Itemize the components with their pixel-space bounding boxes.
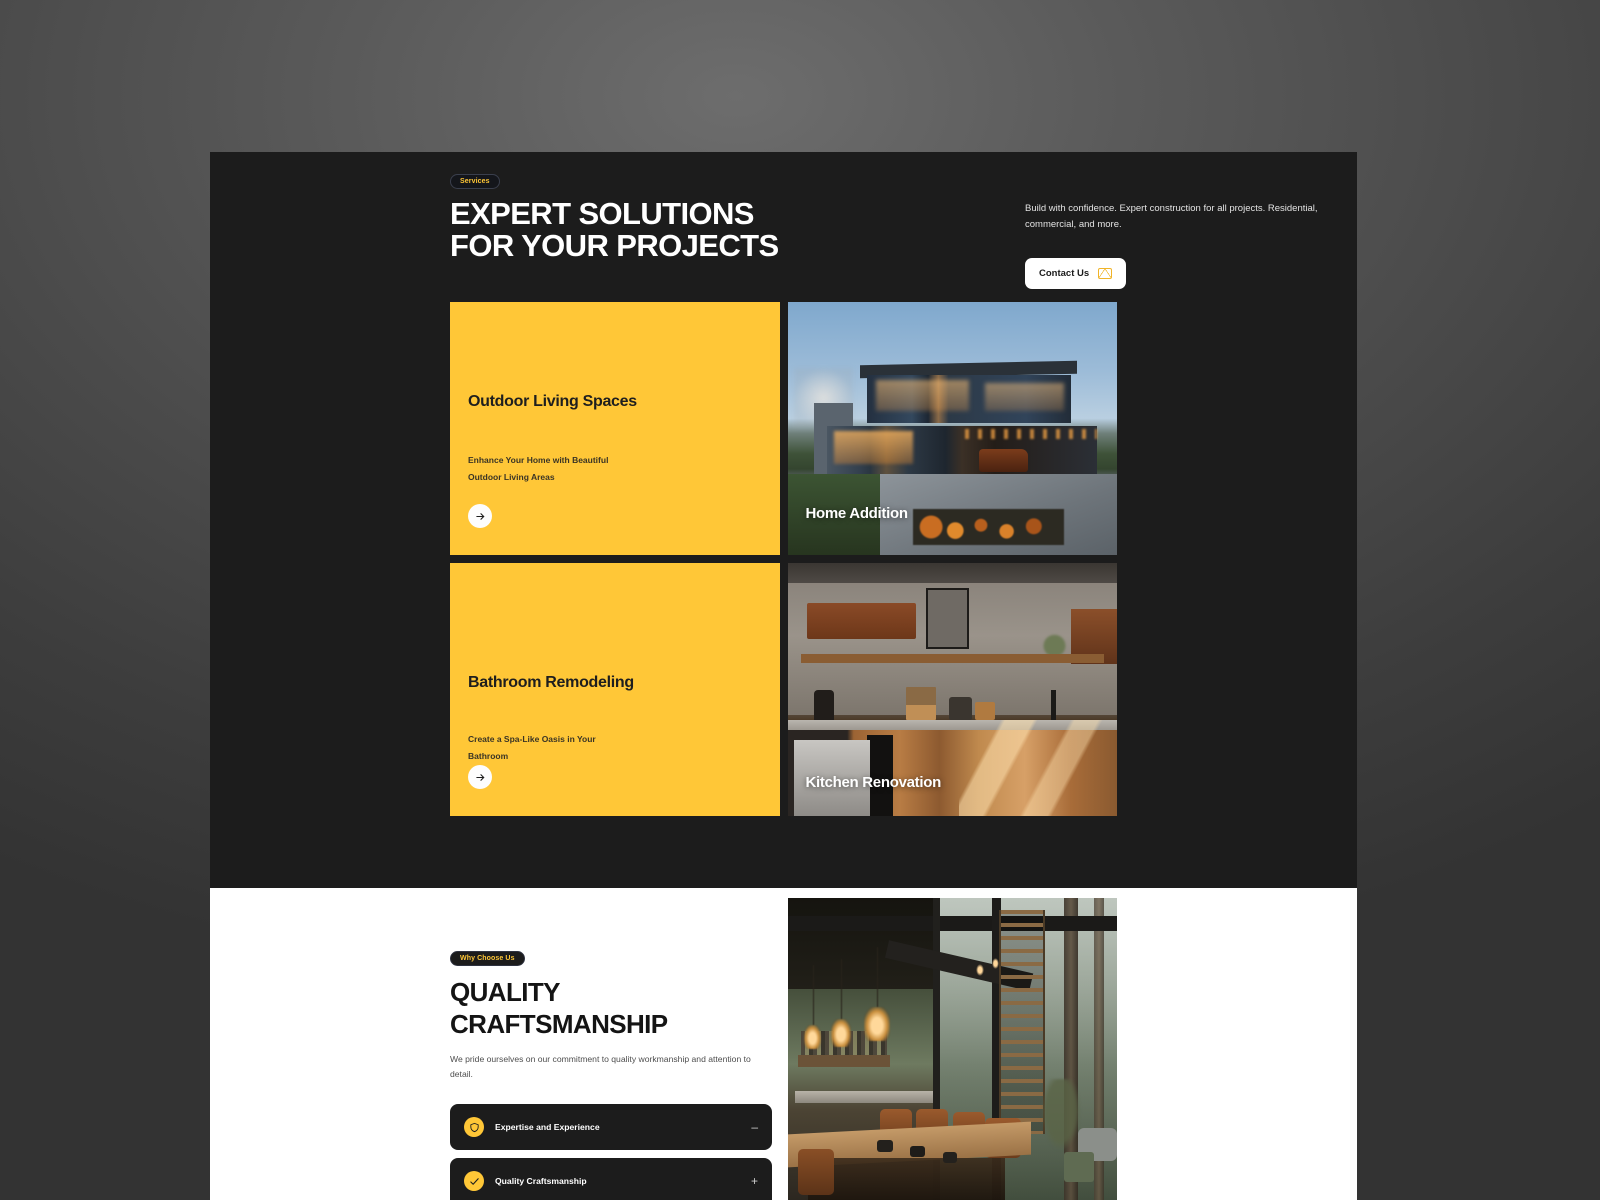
services-card-grid: Outdoor Living Spaces Enhance Your Home … bbox=[450, 302, 1117, 816]
accordion-title: Quality Craftsmanship bbox=[495, 1176, 587, 1186]
plus-icon[interactable]: + bbox=[751, 1175, 758, 1187]
shield-icon bbox=[464, 1117, 484, 1137]
service-card-description: Create a Spa-Like Oasis in Your Bathroom bbox=[468, 734, 596, 761]
arrow-right-icon[interactable] bbox=[468, 765, 492, 789]
accordion-item-craftsmanship[interactable]: Quality Craftsmanship + We are committed… bbox=[450, 1158, 772, 1200]
service-card-title: Outdoor Living Spaces bbox=[468, 393, 637, 410]
service-card-home-addition[interactable]: Home Addition bbox=[787, 302, 1117, 555]
why-choose-section: Why Choose Us QUALITY CRAFTSMANSHIP We p… bbox=[210, 888, 1357, 1200]
contact-us-label: Contact Us bbox=[1039, 268, 1090, 279]
arrow-right-icon[interactable] bbox=[468, 504, 492, 528]
contact-us-button[interactable]: Contact Us bbox=[1025, 258, 1127, 289]
services-header: Services EXPERT SOLUTIONS FOR YOUR PROJE… bbox=[450, 170, 1318, 289]
service-card-title: Bathroom Remodeling bbox=[468, 674, 634, 691]
services-section: Services EXPERT SOLUTIONS FOR YOUR PROJE… bbox=[210, 152, 1357, 888]
why-choose-title-line2: CRAFTSMANSHIP bbox=[450, 1009, 668, 1039]
service-card-bathroom-remodeling[interactable]: Bathroom Remodeling Create a Spa-Like Oa… bbox=[450, 563, 780, 816]
services-badge: Services bbox=[450, 174, 500, 189]
why-choose-description: We pride ourselves on our commitment to … bbox=[450, 1054, 751, 1079]
why-choose-image bbox=[788, 898, 1117, 1200]
page-title: EXPERT SOLUTIONS FOR YOUR PROJECTS bbox=[450, 198, 1117, 262]
why-choose-content: Why Choose Us QUALITY CRAFTSMANSHIP We p… bbox=[450, 947, 772, 1200]
check-icon bbox=[464, 1171, 484, 1191]
page-title-line1: EXPERT SOLUTIONS bbox=[450, 196, 754, 231]
accordion-header[interactable]: Expertise and Experience – bbox=[464, 1117, 758, 1137]
accordion-title: Expertise and Experience bbox=[495, 1122, 600, 1132]
services-description: Build with confidence. Expert constructi… bbox=[1025, 203, 1318, 230]
accordion-item-expertise[interactable]: Expertise and Experience – bbox=[450, 1104, 772, 1150]
service-card-kitchen-renovation[interactable]: Kitchen Renovation bbox=[787, 563, 1117, 816]
page-panel: Services EXPERT SOLUTIONS FOR YOUR PROJE… bbox=[210, 152, 1357, 1200]
services-header-right: Build with confidence. Expert constructi… bbox=[1025, 201, 1335, 289]
minus-icon[interactable]: – bbox=[751, 1121, 758, 1133]
page-title-line2: FOR YOUR PROJECTS bbox=[450, 228, 779, 263]
why-choose-title-line1: QUALITY bbox=[450, 977, 561, 1007]
accordion-header[interactable]: Quality Craftsmanship + bbox=[464, 1171, 758, 1191]
envelope-icon bbox=[1098, 268, 1113, 279]
benefits-accordion: Expertise and Experience – Quality Craft… bbox=[450, 1104, 772, 1200]
why-choose-title: QUALITY CRAFTSMANSHIP bbox=[450, 976, 772, 1040]
why-choose-badge: Why Choose Us bbox=[450, 951, 525, 966]
service-card-description: Enhance Your Home with Beautiful Outdoor… bbox=[468, 455, 609, 482]
service-card-outdoor-living[interactable]: Outdoor Living Spaces Enhance Your Home … bbox=[450, 302, 780, 555]
service-card-title: Kitchen Renovation bbox=[805, 774, 942, 791]
service-card-title: Home Addition bbox=[805, 505, 909, 522]
